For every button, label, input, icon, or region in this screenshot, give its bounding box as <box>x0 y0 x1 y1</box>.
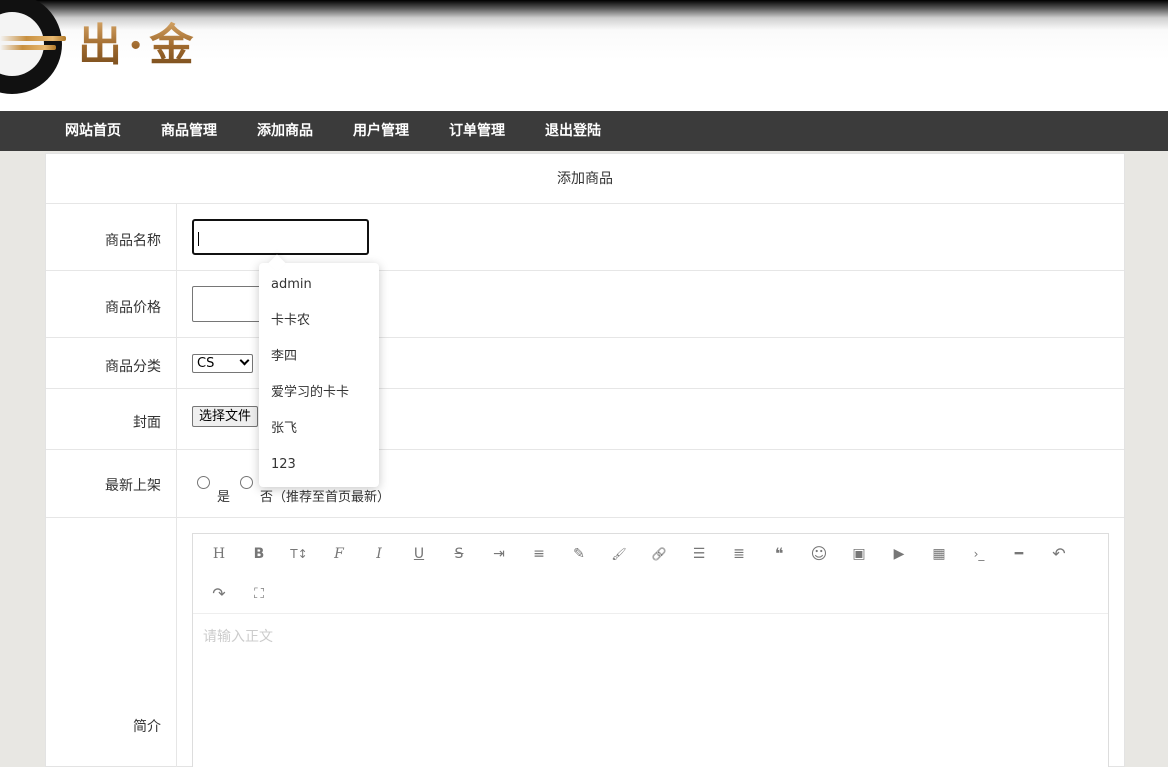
rich-text-editor: H B T↕ F I U S ⇥ ≡ ✎ 🖌 🔗 ☰ ≣ ❝ ☺ ▣ ▶ ▦ ›… <box>192 533 1109 767</box>
nav-user-manage[interactable]: 用户管理 <box>353 111 409 151</box>
nav-add-product[interactable]: 添加商品 <box>257 111 313 151</box>
autocomplete-item[interactable]: 爱学习的卡卡 <box>259 375 379 411</box>
list-icon[interactable]: ☰ <box>687 542 711 566</box>
category-label: 商品分类 <box>105 359 161 375</box>
underline-icon[interactable]: U <box>407 542 431 566</box>
row-cover: 封面 选择文件 <box>46 389 1124 450</box>
bold-icon[interactable]: B <box>247 542 271 566</box>
video-icon[interactable]: ▶ <box>887 542 911 566</box>
line-height-icon[interactable]: ≡ <box>527 542 551 566</box>
emoticon-icon[interactable]: ☺ <box>807 542 831 566</box>
category-selected-value: CS <box>197 356 215 371</box>
undo-icon[interactable]: ↶ <box>1047 542 1071 566</box>
cover-label: 封面 <box>133 415 161 431</box>
category-select[interactable]: CS <box>192 354 253 373</box>
indent-icon[interactable]: ⇥ <box>487 542 511 566</box>
form-title: 添加商品 <box>46 154 1124 204</box>
align-icon[interactable]: ≣ <box>727 542 751 566</box>
name-label: 商品名称 <box>105 233 161 249</box>
nav-order-manage[interactable]: 订单管理 <box>449 111 505 151</box>
choose-file-button[interactable]: 选择文件 <box>192 406 259 427</box>
radio-no-label: 否（推荐至首页最新） <box>260 490 391 505</box>
nav-logout[interactable]: 退出登陆 <box>545 111 601 151</box>
product-name-input[interactable] <box>192 219 369 255</box>
font-color-icon[interactable]: ✎ <box>567 542 591 566</box>
strikethrough-icon[interactable]: S <box>447 542 471 566</box>
quote-icon[interactable]: ❝ <box>767 542 791 566</box>
fullscreen-icon[interactable]: ⛶ <box>247 582 271 606</box>
divider-icon[interactable]: ━ <box>1007 542 1031 566</box>
background-color-icon[interactable]: 🖌 <box>607 542 631 566</box>
font-family-icon[interactable]: F <box>327 542 351 566</box>
autocomplete-item[interactable]: 卡卡农 <box>259 303 379 339</box>
autocomplete-item[interactable]: admin <box>259 267 379 303</box>
autocomplete-item[interactable]: 123 <box>259 447 379 483</box>
add-product-form: 添加商品 商品名称 商品价格 商品分类 CS 封面 选择文件 最新上架 是 否（… <box>45 153 1125 767</box>
italic-icon[interactable]: I <box>367 542 391 566</box>
link-icon[interactable]: 🔗 <box>647 542 671 566</box>
editor-toolbar: H B T↕ F I U S ⇥ ≡ ✎ 🖌 🔗 ☰ ≣ ❝ ☺ ▣ ▶ ▦ ›… <box>193 534 1108 614</box>
table-icon[interactable]: ▦ <box>927 542 951 566</box>
price-label: 商品价格 <box>105 300 161 316</box>
row-newest: 最新上架 是 否（推荐至首页最新） <box>46 450 1124 518</box>
row-price: 商品价格 <box>46 271 1124 338</box>
site-header: 出·金 <box>0 0 1168 111</box>
nav-home[interactable]: 网站首页 <box>65 111 121 151</box>
nav-product-manage[interactable]: 商品管理 <box>161 111 217 151</box>
logo-stripes <box>0 36 66 52</box>
autocomplete-dropdown: admin 卡卡农 李四 爱学习的卡卡 张飞 123 <box>259 254 379 487</box>
autocomplete-item[interactable]: 李四 <box>259 339 379 375</box>
editor-placeholder[interactable]: 请输入正文 <box>203 626 273 646</box>
logo-text: 出·金 <box>78 18 199 74</box>
radio-no[interactable] <box>240 476 253 489</box>
intro-label: 简介 <box>133 719 161 735</box>
heading-icon[interactable]: H <box>207 542 231 566</box>
radio-yes[interactable] <box>197 476 210 489</box>
chevron-down-icon <box>239 355 250 366</box>
main-nav: 网站首页 商品管理 添加商品 用户管理 订单管理 退出登陆 <box>0 111 1168 151</box>
row-category: 商品分类 CS <box>46 338 1124 389</box>
redo-icon[interactable]: ↷ <box>207 582 231 606</box>
radio-yes-label: 是 <box>217 490 231 505</box>
row-name: 商品名称 <box>46 204 1124 271</box>
code-icon[interactable]: ›_ <box>967 542 991 566</box>
autocomplete-item[interactable]: 张飞 <box>259 411 379 447</box>
newest-label: 最新上架 <box>105 478 161 494</box>
image-icon[interactable]: ▣ <box>847 542 871 566</box>
font-size-icon[interactable]: T↕ <box>287 542 311 566</box>
